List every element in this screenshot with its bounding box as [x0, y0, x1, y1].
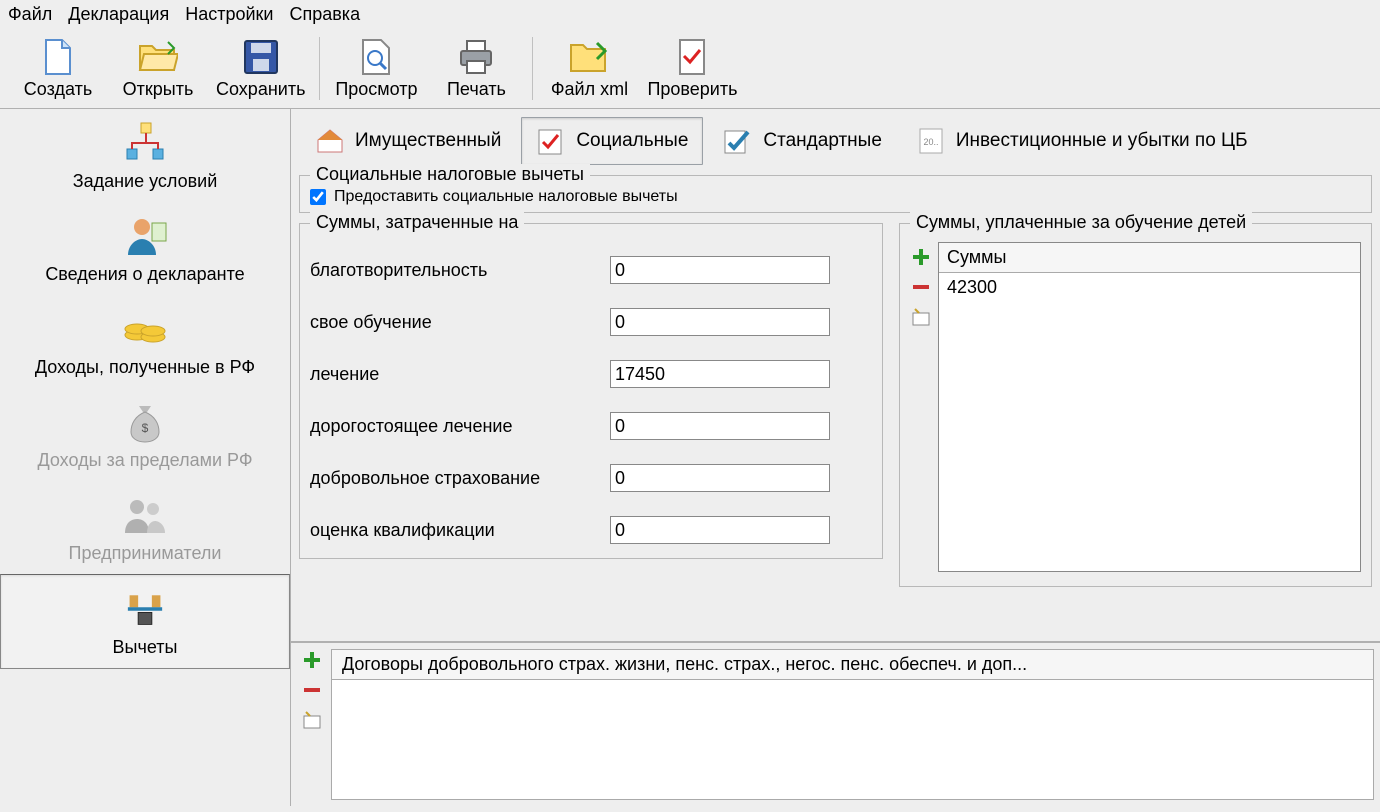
people-icon	[121, 491, 169, 539]
calendar-icon: 20..	[916, 126, 946, 156]
tb-check[interactable]: Проверить	[639, 33, 745, 104]
new-file-icon	[38, 37, 78, 77]
moneybag-icon: $	[121, 398, 169, 446]
contracts-header: Договоры добровольного страх. жизни, пен…	[331, 649, 1374, 680]
lbl-qualification: оценка квалификации	[310, 520, 610, 541]
edu-tools	[910, 242, 938, 572]
tab-investment[interactable]: 20.. Инвестиционные и убытки по ЦБ	[902, 117, 1262, 165]
content: Имущественный Социальные Стандартные 20.…	[290, 109, 1380, 806]
tb-print[interactable]: Печать	[426, 33, 526, 104]
preview-icon	[356, 37, 396, 77]
deductions-icon	[121, 585, 169, 633]
coins-icon	[121, 305, 169, 353]
checkbox-blue-icon	[723, 126, 753, 156]
sidebar-income-abroad: $ Доходы за пределами РФ	[0, 388, 290, 481]
btn-remove-contract[interactable]	[301, 679, 323, 701]
edu-table[interactable]: Суммы 42300	[938, 242, 1361, 572]
group-social-title: Социальные налоговые вычеты	[310, 164, 590, 185]
group-education-title: Суммы, уплаченные за обучение детей	[910, 212, 1252, 233]
tb-preview[interactable]: Просмотр	[326, 33, 426, 104]
input-insurance[interactable]	[610, 464, 830, 492]
sidebar-income-rf[interactable]: Доходы, полученные в РФ	[0, 295, 290, 388]
house-icon	[315, 126, 345, 156]
chk-provide-label: Предоставить социальные налоговые вычеты	[334, 188, 678, 206]
btn-edit-edu[interactable]	[910, 306, 932, 328]
lbl-charity: благотворительность	[310, 260, 610, 281]
tab-social[interactable]: Социальные	[521, 117, 703, 165]
menu-file[interactable]: Файл	[8, 4, 52, 25]
btn-add-contract[interactable]	[301, 649, 323, 671]
lbl-insurance: добровольное страхование	[310, 468, 610, 489]
svg-text:20..: 20..	[923, 137, 938, 147]
svg-text:$: $	[142, 421, 149, 435]
btn-remove-edu[interactable]	[910, 276, 932, 298]
input-qualification[interactable]	[610, 516, 830, 544]
sidebar-deductions[interactable]: Вычеты	[0, 574, 290, 669]
edu-table-row[interactable]: 42300	[939, 273, 1360, 302]
tb-save[interactable]: Сохранить	[208, 33, 313, 104]
folder-open-icon	[138, 37, 178, 77]
group-education: Суммы, уплаченные за обучение детей	[899, 223, 1372, 587]
input-own-education[interactable]	[610, 308, 830, 336]
conditions-icon	[121, 119, 169, 167]
menubar: Файл Декларация Настройки Справка	[0, 0, 1380, 29]
save-icon	[241, 37, 281, 77]
lbl-own-education: свое обучение	[310, 312, 610, 333]
tb-open[interactable]: Открыть	[108, 33, 208, 104]
sidebar: Задание условий Сведения о декларанте До…	[0, 109, 290, 806]
group-spent: Суммы, затраченные на благотворительност…	[299, 223, 883, 559]
menu-declaration[interactable]: Декларация	[68, 4, 169, 25]
lbl-expensive-treatment: дорогостоящее лечение	[310, 416, 610, 437]
sidebar-conditions[interactable]: Задание условий	[0, 109, 290, 202]
print-icon	[456, 37, 496, 77]
toolbar: Создать Открыть Сохранить Просмотр Печат…	[0, 29, 1380, 109]
tab-property[interactable]: Имущественный	[301, 117, 515, 165]
group-spent-title: Суммы, затраченные на	[310, 212, 524, 233]
check-icon	[672, 37, 712, 77]
sidebar-declarant[interactable]: Сведения о декларанте	[0, 202, 290, 295]
btn-add-edu[interactable]	[910, 246, 932, 268]
checkbox-red-icon	[536, 126, 566, 156]
person-icon	[121, 212, 169, 260]
menu-settings[interactable]: Настройки	[185, 4, 273, 25]
contracts-block: Договоры добровольного страх. жизни, пен…	[291, 641, 1380, 806]
tb-xml[interactable]: Файл xml	[539, 33, 639, 104]
btn-edit-contract[interactable]	[301, 709, 323, 731]
sidebar-entrepreneurs: Предприниматели	[0, 481, 290, 574]
contracts-body[interactable]	[331, 680, 1374, 800]
input-charity[interactable]	[610, 256, 830, 284]
chk-provide-social[interactable]	[310, 189, 326, 205]
edu-table-header: Суммы	[939, 243, 1360, 273]
group-social-deductions: Социальные налоговые вычеты Предоставить…	[299, 175, 1372, 213]
xml-file-icon	[569, 37, 609, 77]
tb-create[interactable]: Создать	[8, 33, 108, 104]
input-expensive-treatment[interactable]	[610, 412, 830, 440]
input-treatment[interactable]	[610, 360, 830, 388]
lbl-treatment: лечение	[310, 364, 610, 385]
menu-help[interactable]: Справка	[289, 4, 360, 25]
tab-standard[interactable]: Стандартные	[709, 117, 896, 165]
